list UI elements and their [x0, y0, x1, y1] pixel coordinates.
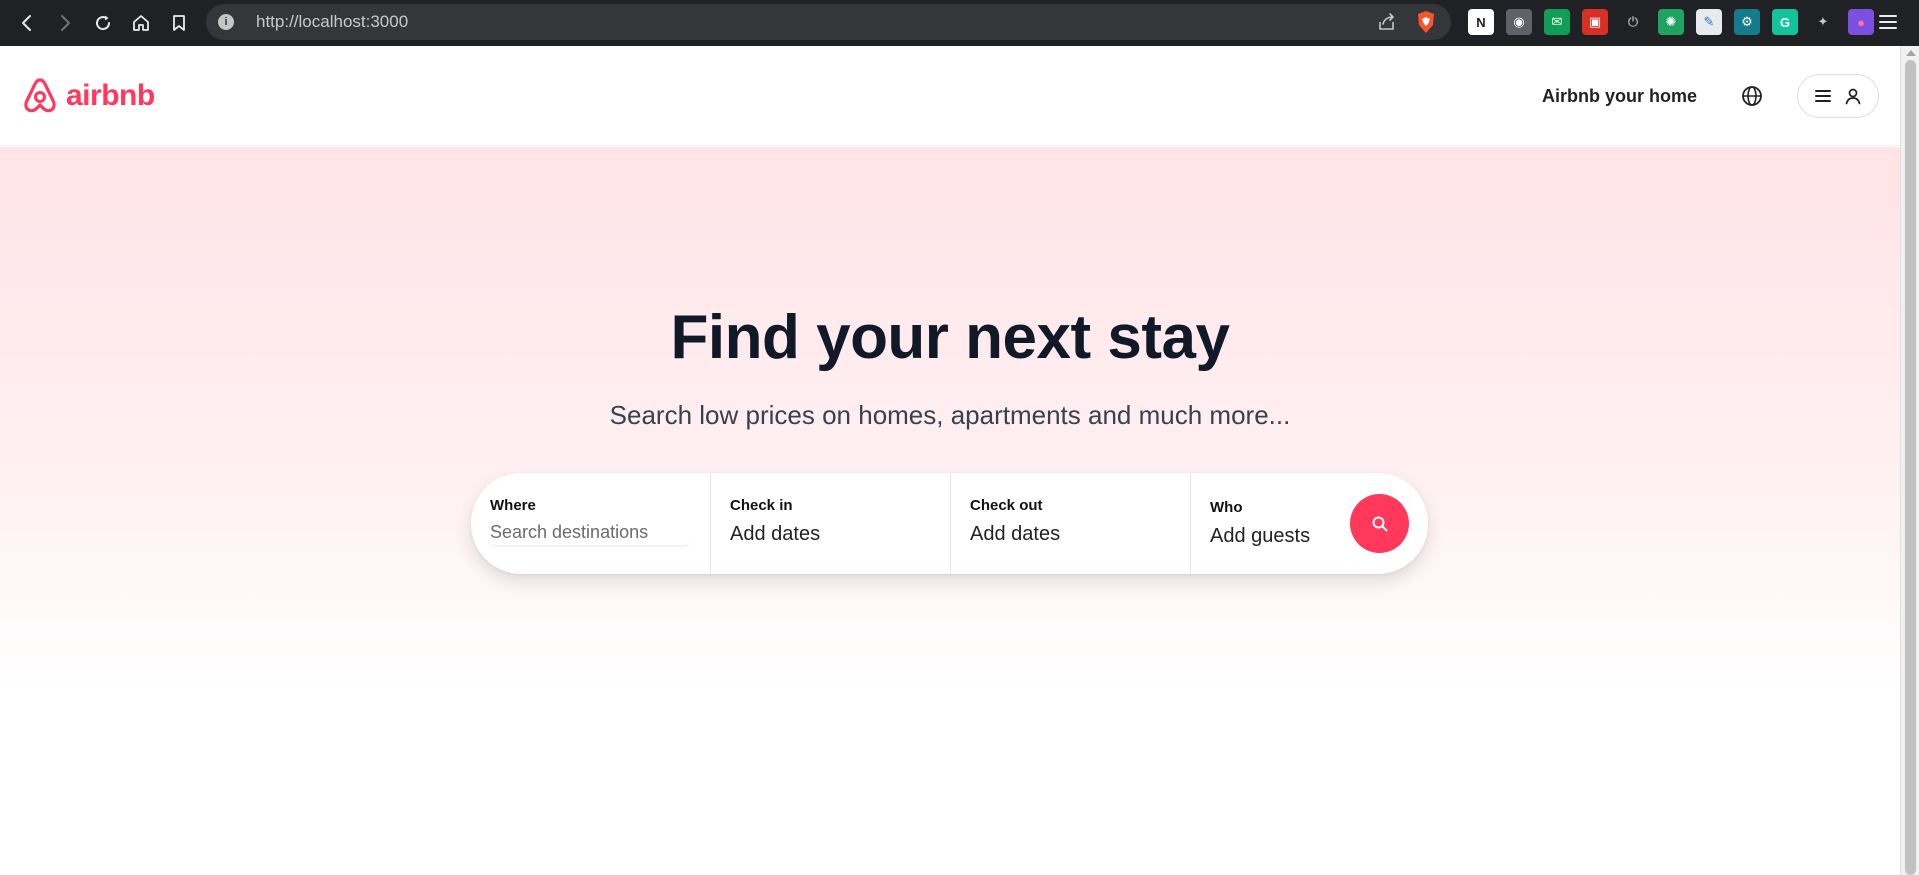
notion-extension-icon[interactable]: N [1468, 9, 1494, 35]
bookmark-icon [173, 15, 185, 31]
brand-name: airbnb [66, 79, 155, 112]
back-button[interactable] [8, 3, 46, 43]
forward-icon [61, 15, 70, 31]
extensions-toolbar: N ◉ ✉ ▣ ⏻ ✺ ✎ ⚙ G ✦ ● [1468, 9, 1874, 35]
airbnb-your-home-link[interactable]: Airbnb your home [1542, 86, 1697, 107]
grammarly-extension-icon[interactable]: G [1772, 9, 1798, 35]
reload-button[interactable] [84, 3, 122, 43]
browser-toolbar: i http://localhost:3000 N ◉ ✉ ▣ ⏻ ✺ ✎ ⚙ G ✦ ● [0, 0, 1919, 46]
check-in-label: Check in [730, 497, 793, 514]
share-icon[interactable] [1377, 12, 1397, 32]
check-out-field[interactable]: Check out Add dates [950, 473, 1190, 574]
brave-shield-icon[interactable] [1415, 10, 1437, 34]
who-label: Who [1210, 499, 1243, 516]
check-out-label: Check out [970, 497, 1043, 514]
puzzle-extensions-icon[interactable]: ✦ [1810, 9, 1836, 35]
user-menu-button[interactable] [1797, 74, 1879, 118]
scrollbar-thumb[interactable] [1905, 60, 1916, 875]
back-icon [22, 15, 31, 31]
address-bar[interactable]: i http://localhost:3000 [206, 4, 1451, 40]
hamburger-icon [1815, 90, 1831, 102]
audio-extension-icon[interactable]: ✺ [1658, 9, 1684, 35]
page-content: airbnb Airbnb your home Find your next s… [0, 46, 1900, 875]
page-scrollbar[interactable] [1900, 46, 1919, 875]
home-icon [133, 15, 149, 31]
who-value: Add guests [1210, 525, 1311, 547]
forward-button[interactable] [46, 3, 84, 43]
check-out-value: Add dates [970, 523, 1061, 545]
scroll-up-arrow-icon[interactable] [1906, 50, 1916, 56]
user-icon [1845, 88, 1861, 105]
reload-icon [96, 15, 111, 31]
search-bar: Where Check in Add dates Check out Add d… [471, 473, 1428, 574]
teal-extension-icon[interactable]: ⚙ [1734, 9, 1760, 35]
check-in-field[interactable]: Check in Add dates [710, 473, 950, 574]
where-label: Where [490, 497, 536, 514]
mail-extension-icon[interactable]: ✉ [1544, 9, 1570, 35]
camera-extension-icon[interactable]: ◉ [1506, 9, 1532, 35]
address-url[interactable]: http://localhost:3000 [256, 12, 408, 32]
globe-icon[interactable] [1740, 84, 1764, 108]
red-extension-icon[interactable]: ▣ [1582, 9, 1608, 35]
home-button[interactable] [122, 3, 160, 43]
airbnb-logo[interactable]: airbnb [22, 76, 155, 116]
browser-nav-buttons [8, 3, 198, 43]
where-field[interactable]: Where [471, 473, 710, 574]
pen-extension-icon[interactable]: ✎ [1696, 9, 1722, 35]
site-info-icon[interactable]: i [218, 14, 234, 30]
hero-title: Find your next stay [670, 303, 1230, 372]
destination-search-input[interactable] [490, 519, 690, 547]
search-button[interactable] [1350, 494, 1409, 553]
search-icon [1372, 516, 1387, 531]
power-extension-icon[interactable]: ⏻ [1620, 9, 1646, 35]
browser-menu-icon[interactable] [1877, 11, 1899, 33]
hero-section: Find your next stay Search low prices on… [0, 147, 1900, 875]
hero-subtitle: Search low prices on homes, apartments a… [609, 400, 1291, 430]
profile-avatar-icon[interactable]: ● [1848, 9, 1874, 35]
site-header: airbnb Airbnb your home [0, 46, 1900, 146]
airbnb-logo-icon [24, 78, 56, 113]
bookmark-button[interactable] [160, 3, 198, 43]
check-in-value: Add dates [730, 523, 821, 545]
